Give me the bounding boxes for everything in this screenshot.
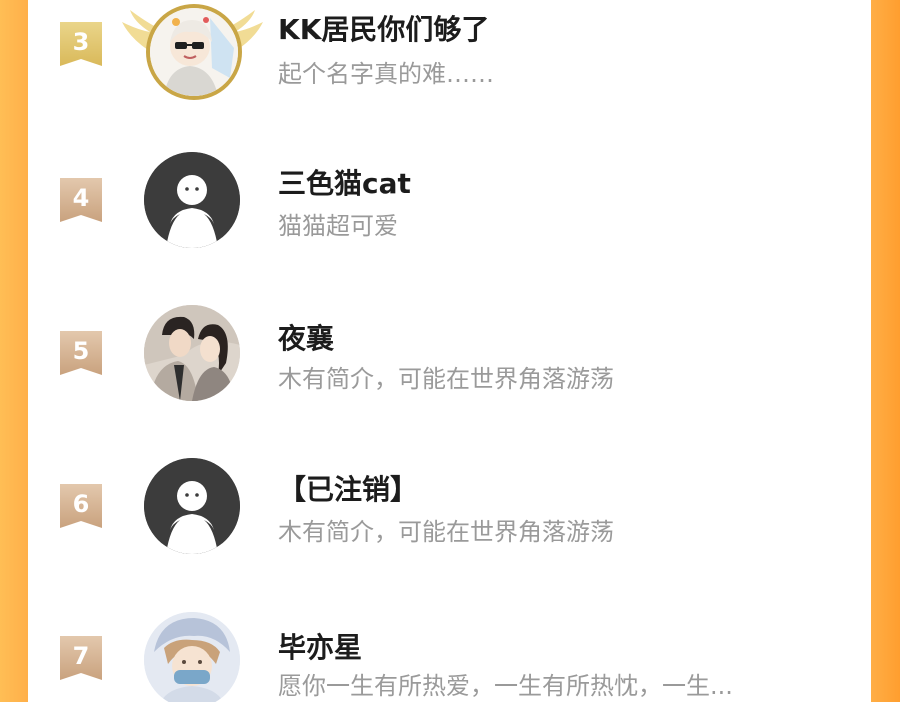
user-name[interactable]: 毕亦星 — [278, 626, 362, 666]
user-name[interactable]: 夜襄 — [278, 317, 334, 357]
rank-badge: 4 — [60, 178, 102, 222]
couple-avatar-image — [144, 305, 240, 401]
rank-number: 7 — [72, 642, 90, 670]
leaderboard-row[interactable]: 4 三色猫cat 猫猫超可爱 — [28, 152, 871, 252]
user-avatar[interactable] — [144, 305, 240, 401]
default-avatar-icon — [144, 152, 240, 248]
user-avatar[interactable] — [146, 4, 242, 100]
rank-number: 3 — [72, 28, 90, 56]
user-bio: 起个名字真的难…… — [278, 60, 494, 88]
user-avatar[interactable] — [144, 612, 240, 702]
rank-badge: 7 — [60, 636, 102, 680]
user-avatar[interactable] — [144, 458, 240, 554]
default-avatar-icon — [144, 458, 240, 554]
rank-number: 5 — [72, 337, 90, 365]
user-name[interactable]: 三色猫cat — [278, 162, 411, 202]
rank-number: 4 — [72, 184, 90, 212]
user-bio: 愿你一生有所热爱，一生有所热忱，一生... — [278, 672, 733, 700]
user-bio: 木有简介，可能在世界角落游荡 — [278, 518, 614, 546]
rank-number: 6 — [72, 490, 90, 518]
leaderboard-row[interactable]: 7 毕亦星 愿你一生有所热爱，一生有所热忱，一生... — [28, 612, 871, 702]
user-name[interactable]: 【已注销】 — [278, 468, 418, 508]
anime-avatar-image — [150, 8, 238, 96]
user-avatar[interactable] — [144, 152, 240, 248]
leaderboard-row[interactable]: 5 夜襄 木有简介，可能在世界角落游荡 — [28, 305, 871, 405]
leaderboard-row[interactable]: 6 【已注销】 木有简介，可能在世界角落游荡 — [28, 458, 871, 558]
user-bio: 猫猫超可爱 — [278, 212, 398, 240]
rank-badge: 6 — [60, 484, 102, 528]
leaderboard-row[interactable]: 3 KK居民你们够了 起个名字真的难…… — [28, 0, 871, 100]
rank-badge: 3 — [60, 22, 102, 66]
user-bio: 木有简介，可能在世界角落游荡 — [278, 365, 614, 393]
rank-badge: 5 — [60, 331, 102, 375]
user-name[interactable]: KK居民你们够了 — [278, 8, 489, 48]
anime-boy-avatar-image — [144, 612, 240, 702]
leaderboard-panel: 3 KK居民你们够了 起个名字真的难…… 4 三色猫cat 猫猫超可爱 5 夜襄… — [28, 0, 871, 702]
